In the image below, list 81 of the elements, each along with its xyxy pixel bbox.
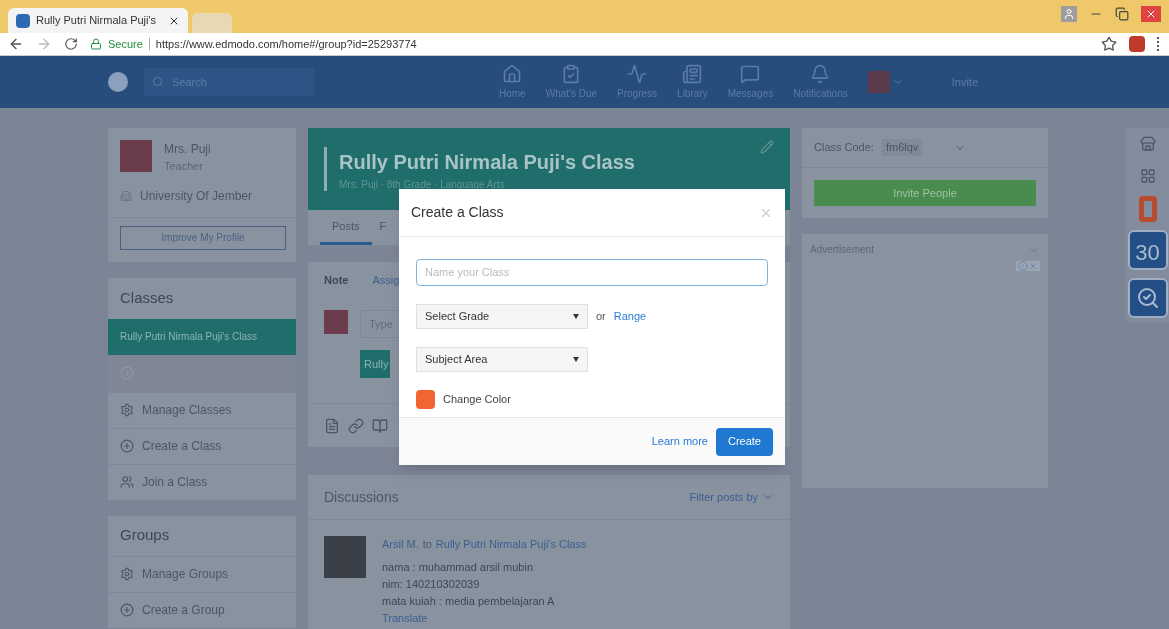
section-title: Classes xyxy=(119,287,175,308)
tab[interactable]: F xyxy=(379,217,387,245)
avatar-placeholder xyxy=(324,310,348,334)
site-favicon xyxy=(16,13,30,28)
section-title: Discussions xyxy=(324,487,399,507)
ad-choices-icon[interactable] xyxy=(1016,261,1040,271)
avatar-placeholder xyxy=(324,536,366,578)
sidebar-item[interactable]: Create a Group xyxy=(108,591,296,628)
extension-icon[interactable] xyxy=(1129,36,1145,52)
back-icon[interactable] xyxy=(8,36,24,52)
post-text: mata kuiah : media pembelajaran A xyxy=(382,594,556,609)
filter-dropdown[interactable]: Filter posts by xyxy=(689,488,774,506)
url-text: https://www.edmodo.com/home#/group?id=25293774 xyxy=(155,36,417,52)
post-text: nama : muhammad arsil mubin xyxy=(382,560,534,575)
section-title: Groups xyxy=(119,525,171,546)
gear-icon xyxy=(120,567,134,581)
translate-link[interactable]: Translate xyxy=(382,610,587,627)
post-text: nim: 140210302039 xyxy=(382,577,481,592)
newspaper-icon xyxy=(682,63,703,84)
grade-select[interactable]: Select Grade xyxy=(416,304,588,329)
pencil-icon[interactable] xyxy=(760,140,774,154)
class-item[interactable]: Rully Putri Nirmala Puji's Class xyxy=(108,318,296,355)
class-name-field[interactable]: Name your Class xyxy=(416,259,768,286)
calendar-app-icon[interactable]: 30 xyxy=(1127,230,1168,270)
tab[interactable]: Posts xyxy=(320,217,372,245)
chat-bubble-icon xyxy=(740,63,761,84)
gear-icon xyxy=(120,403,134,417)
caret-icon xyxy=(573,314,579,319)
close-window-icon[interactable] xyxy=(1141,6,1161,22)
link-icon[interactable] xyxy=(348,417,364,434)
grid-icon[interactable] xyxy=(1139,168,1156,184)
reload-icon[interactable] xyxy=(64,37,78,51)
building-icon xyxy=(120,189,132,202)
book-icon[interactable] xyxy=(372,417,388,434)
sidebar-item[interactable]: Manage Groups xyxy=(108,555,296,592)
learn-more-link[interactable]: Learn more xyxy=(651,433,708,450)
recipient-chip[interactable]: Rully xyxy=(360,350,390,378)
plus-circle-icon xyxy=(120,439,134,453)
restore-icon[interactable] xyxy=(1115,7,1129,21)
color-swatch[interactable] xyxy=(416,390,435,409)
create-button[interactable]: Create xyxy=(715,427,773,456)
home-icon xyxy=(502,63,523,84)
people-icon xyxy=(120,475,134,489)
sidebar-item[interactable]: Manage Classes xyxy=(108,391,296,428)
sidebar-item[interactable]: Join a Class xyxy=(108,463,296,500)
profile-name: Mrs. Puji xyxy=(164,141,211,158)
subject-select[interactable]: Subject Area xyxy=(416,347,588,372)
post-type-tab[interactable]: Assig xyxy=(372,271,400,289)
class-code-label: Class Code: xyxy=(814,140,874,156)
clipboard-icon xyxy=(561,63,582,84)
store-icon[interactable] xyxy=(1139,136,1156,152)
school-name: University Of Jember xyxy=(140,187,253,205)
plus-circle-icon xyxy=(120,603,134,617)
menu-icon[interactable] xyxy=(1157,37,1161,51)
improve-profile-button[interactable]: Improve My Profile xyxy=(120,225,286,250)
browser-tab[interactable]: Rully Putri Nirmala Puji's xyxy=(8,8,188,33)
bell-icon xyxy=(810,63,831,84)
or-text: or xyxy=(596,309,606,325)
lock-icon xyxy=(90,38,102,50)
dialog-title: Create a Class xyxy=(411,203,504,222)
forward-icon[interactable] xyxy=(36,36,52,52)
range-link[interactable]: Range xyxy=(613,308,647,325)
sidebar-item[interactable]: Create a Class xyxy=(108,427,296,464)
class-subtitle: Mrs. Puji · 8th Grade · Language Arts xyxy=(339,177,506,192)
invite-people-button[interactable]: Invite People xyxy=(814,180,1036,206)
class-link[interactable]: Rully Putri Nirmala Puji's Class xyxy=(435,536,587,553)
avatar-placeholder xyxy=(120,140,152,172)
tab-title: Rully Putri Nirmala Puji's xyxy=(36,13,157,29)
pulse-icon xyxy=(627,63,648,84)
file-icon[interactable] xyxy=(324,417,340,434)
author-link[interactable]: Arsil M. xyxy=(382,536,419,553)
star-icon[interactable] xyxy=(1101,36,1117,52)
search-icon xyxy=(152,76,164,88)
user-icon[interactable] xyxy=(1061,6,1077,22)
caret-icon xyxy=(573,357,579,362)
secure-label: Secure xyxy=(108,36,143,52)
class-title: Rully Putri Nirmala Puji's Class xyxy=(339,149,636,175)
logo-icon[interactable] xyxy=(108,72,128,92)
post-type-tab[interactable]: Note xyxy=(324,271,349,289)
quiz-app-icon[interactable] xyxy=(1127,278,1168,318)
change-color-button[interactable]: Change Color xyxy=(443,391,511,408)
